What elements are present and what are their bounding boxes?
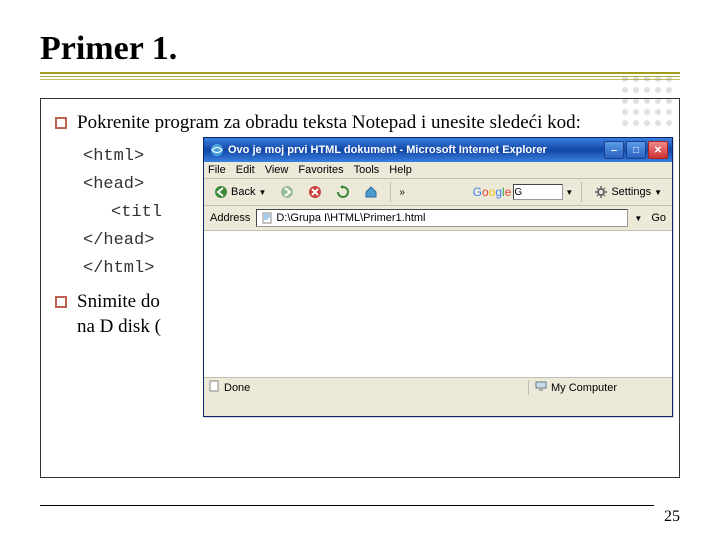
forward-icon (280, 185, 294, 199)
browser-viewport (204, 231, 672, 377)
code-line-2: <head> (83, 174, 144, 196)
menu-bar: File Edit View Favorites Tools Help (204, 162, 672, 179)
minimize-button[interactable]: ‒ (604, 141, 624, 159)
code-line-3: <titl (111, 202, 162, 224)
document-icon (261, 212, 273, 224)
maximize-button[interactable]: □ (626, 141, 646, 159)
back-button[interactable]: Back ▼ (210, 183, 270, 201)
refresh-icon (336, 185, 350, 199)
menu-tools[interactable]: Tools (354, 164, 380, 176)
code-line-1: <html> (83, 146, 144, 168)
settings-button[interactable]: Settings ▼ (590, 183, 666, 201)
bullet-text-2b: na D disk ( (77, 315, 161, 340)
chevron-down-icon: ▼ (258, 188, 266, 197)
status-text: Done (224, 382, 250, 394)
menu-help[interactable]: Help (389, 164, 412, 176)
forward-button[interactable] (276, 183, 298, 201)
stop-icon (308, 185, 322, 199)
gear-icon (594, 185, 608, 199)
chevron-down-icon[interactable]: ▼ (565, 188, 573, 197)
ie-logo-icon (210, 143, 224, 157)
google-logo-icon: Google (473, 185, 512, 199)
document-icon (208, 380, 220, 395)
chevron-down-icon: ▼ (654, 188, 662, 197)
back-icon (214, 185, 228, 199)
stop-button[interactable] (304, 183, 326, 201)
google-search-input[interactable] (513, 184, 563, 200)
ie-window: Ovo je moj prvi HTML dokument - Microsof… (203, 137, 673, 417)
back-label: Back (231, 186, 255, 198)
content-frame: Pokrenite program za obradu teksta Notep… (40, 98, 680, 478)
bullet-text-2a: Snimite do (77, 290, 161, 315)
toolbar-separator (390, 182, 391, 202)
window-title: Ovo je moj prvi HTML dokument - Microsof… (228, 144, 604, 156)
close-button[interactable]: ✕ (648, 141, 668, 159)
code-line-4: </head> (83, 230, 154, 252)
chevron-down-icon[interactable]: ▼ (634, 214, 642, 223)
address-input[interactable]: D:\Grupa I\HTML\Primer1.html (256, 209, 628, 227)
computer-icon (535, 380, 547, 395)
status-bar: Done My Computer (204, 377, 672, 397)
bullet-icon (55, 296, 67, 308)
nav-toolbar: Back ▼ (204, 179, 672, 206)
code-line-5: </html> (83, 258, 154, 280)
window-titlebar[interactable]: Ovo je moj prvi HTML dokument - Microsof… (204, 138, 672, 162)
bullet-text-1: Pokrenite program za obradu teksta Notep… (77, 111, 581, 136)
go-button[interactable]: Go (648, 212, 666, 224)
title-underline (40, 72, 680, 80)
menu-favorites[interactable]: Favorites (298, 164, 343, 176)
go-label: Go (651, 212, 666, 224)
page-number: 25 (664, 508, 680, 526)
settings-label: Settings (611, 186, 651, 198)
menu-file[interactable]: File (208, 164, 226, 176)
refresh-button[interactable] (332, 183, 354, 201)
home-icon (364, 185, 378, 199)
address-label: Address (210, 212, 250, 224)
address-bar: Address D:\Grupa I\HTML\Primer1.html ▼ G… (204, 206, 672, 231)
home-button[interactable] (360, 183, 382, 201)
footer-rule (40, 505, 654, 506)
menu-view[interactable]: View (265, 164, 289, 176)
address-value: D:\Grupa I\HTML\Primer1.html (276, 212, 425, 224)
toolbar-chevron[interactable]: » (399, 187, 405, 198)
google-toolbar: Google ▼ (473, 184, 574, 200)
menu-edit[interactable]: Edit (236, 164, 255, 176)
toolbar-separator (581, 182, 582, 202)
slide-title: Primer 1. (40, 30, 680, 68)
zone-text: My Computer (551, 382, 617, 394)
bullet-icon (55, 117, 67, 129)
